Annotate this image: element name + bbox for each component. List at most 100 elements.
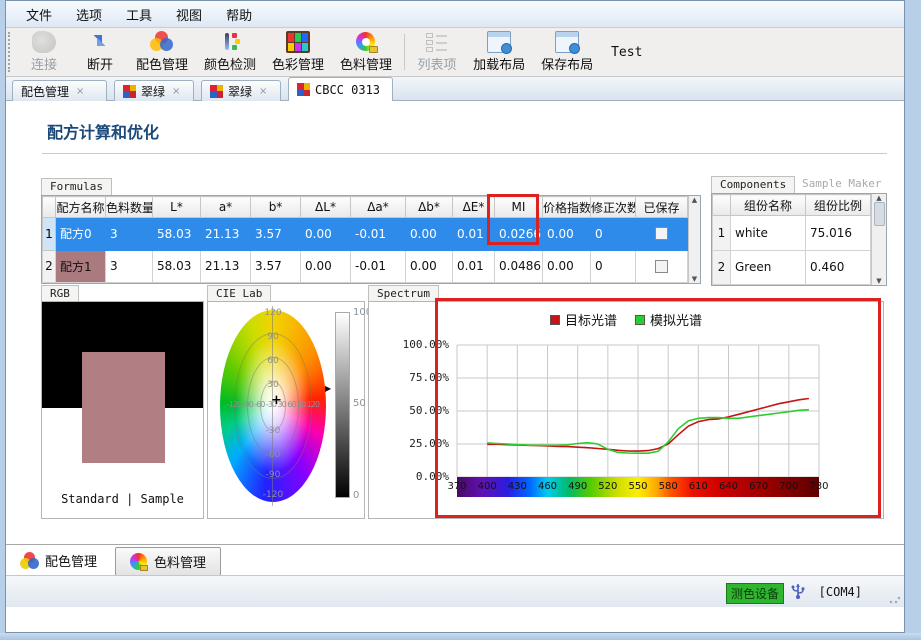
- lightness-marker-icon: ▶: [325, 384, 331, 393]
- formulas-panel-tab[interactable]: Formulas: [41, 178, 112, 195]
- title-divider: [42, 153, 887, 154]
- toolbar-separator: [404, 34, 405, 70]
- wavelength-tick: 640: [719, 481, 738, 492]
- col-header-correction-count[interactable]: 修正次数: [591, 197, 636, 218]
- col-header-dL[interactable]: ΔL*: [301, 197, 351, 218]
- col-header-da[interactable]: Δa*: [351, 197, 406, 218]
- formulas-header-row: 配方名称 色料数量 L* a* b* ΔL* Δa* Δb* ΔE* MI 价格…: [43, 197, 688, 218]
- tab-cuilv-1[interactable]: 翠绿 ×: [114, 80, 194, 101]
- saved-checkbox[interactable]: [655, 227, 668, 240]
- scroll-up-icon[interactable]: ▲: [876, 194, 881, 202]
- component-row-0[interactable]: 1 white 75.016: [713, 216, 871, 250]
- close-icon[interactable]: ×: [172, 86, 180, 97]
- formula-row-1[interactable]: 2 配方1 3 58.03 21.13 3.57 0.00 -0.01 0.00…: [43, 250, 688, 282]
- col-header-saved[interactable]: 已保存: [636, 197, 688, 218]
- disconnect-icon: [88, 31, 112, 53]
- rgb-panel-tab[interactable]: RGB: [41, 285, 79, 302]
- color-match-manage-button[interactable]: 配色管理: [128, 28, 196, 76]
- cell-a: 21.13: [201, 250, 251, 282]
- bottom-tab-colorant-manage[interactable]: 色料管理: [115, 547, 221, 575]
- lab-axis-label: -120: [208, 490, 338, 500]
- formulas-table: 配方名称 色料数量 L* a* b* ΔL* Δa* Δb* ΔE* MI 价格…: [41, 195, 701, 284]
- color-manage-button[interactable]: 色彩管理: [264, 28, 332, 76]
- scroll-down-icon[interactable]: ▼: [692, 275, 697, 283]
- list-items-button[interactable]: 列表项: [409, 28, 465, 76]
- cell-correction-count: 0: [591, 250, 636, 282]
- close-icon[interactable]: ×: [259, 86, 267, 97]
- test-label: Test: [601, 45, 652, 60]
- save-layout-button[interactable]: 保存布局: [533, 28, 601, 76]
- saved-checkbox[interactable]: [655, 260, 668, 273]
- scroll-up-icon[interactable]: ▲: [692, 196, 697, 204]
- menu-help[interactable]: 帮助: [214, 1, 264, 28]
- tab-cuilv-2[interactable]: 翠绿 ×: [201, 80, 281, 101]
- corner-header: [713, 195, 731, 216]
- bottom-tab-label: 色料管理: [154, 552, 206, 571]
- resize-grip[interactable]: [889, 592, 901, 604]
- cell-dL: 0.00: [301, 218, 351, 250]
- lab-sample-marker: +: [271, 393, 282, 408]
- lab-axis-label: -30: [208, 426, 338, 436]
- cell-MI: 0.0486: [495, 250, 543, 282]
- sample-maker-panel-tab[interactable]: Sample Maker: [794, 176, 889, 193]
- component-ratio-cell: 75.016: [806, 216, 871, 250]
- cielab-panel-tab[interactable]: CIE Lab: [207, 285, 271, 302]
- scroll-down-icon[interactable]: ▼: [876, 277, 881, 285]
- wavelength-tick: 550: [628, 481, 647, 492]
- formula-row-0[interactable]: 1 配方0 3 58.03 21.13 3.57 0.00 -0.01 0.00…: [43, 218, 688, 250]
- col-header-MI[interactable]: MI: [495, 197, 543, 218]
- components-header-row: 组份名称 组份比例: [713, 195, 871, 216]
- cell-colorant-count: 3: [106, 250, 153, 282]
- menu-file[interactable]: 文件: [14, 1, 64, 28]
- cell-da: -0.01: [351, 250, 406, 282]
- col-header-component-name[interactable]: 组份名称: [731, 195, 806, 216]
- spectrum-y-tick: 50.00%: [369, 404, 449, 417]
- spectrum-panel-tab[interactable]: Spectrum: [368, 285, 439, 302]
- lightness-label: 0: [353, 490, 359, 501]
- scroll-thumb[interactable]: [874, 202, 885, 226]
- col-header-price-index[interactable]: 价格指数: [543, 197, 591, 218]
- color-manage-icon: [286, 31, 310, 53]
- menu-options[interactable]: 选项: [64, 1, 114, 28]
- formula-doc-icon: [210, 85, 223, 98]
- col-header-b[interactable]: b*: [251, 197, 301, 218]
- formulas-scrollbar[interactable]: ▲▼: [688, 196, 700, 283]
- bottom-tab-strip: 配色管理 色料管理: [6, 544, 904, 575]
- col-header-colorant-count[interactable]: 色料数量: [106, 197, 153, 218]
- components-table: 组份名称 组份比例 1 white 75.016 2 Green 0.460 ▲…: [711, 193, 887, 286]
- usb-icon: [790, 582, 806, 600]
- color-detect-button[interactable]: 颜色检测: [196, 28, 264, 76]
- wavelength-tick: 460: [538, 481, 557, 492]
- bottom-tab-color-match[interactable]: 配色管理: [6, 545, 111, 575]
- colorant-manage-button[interactable]: 色料管理: [332, 28, 400, 76]
- device-status-badge: 测色设备: [726, 583, 784, 604]
- component-row-1[interactable]: 2 Green 0.460: [713, 250, 871, 284]
- menu-tools[interactable]: 工具: [114, 1, 164, 28]
- col-header-L[interactable]: L*: [153, 197, 201, 218]
- connect-label: 连接: [31, 54, 57, 73]
- components-scrollbar[interactable]: ▲▼: [871, 194, 886, 285]
- rgb-panel: Standard | Sample: [41, 301, 204, 519]
- col-header-name[interactable]: 配方名称: [56, 197, 106, 218]
- wavelength-bar: 370400430460490520550580610640670700730: [457, 477, 819, 497]
- toolbar-grip[interactable]: [8, 32, 14, 72]
- load-layout-button[interactable]: 加载布局: [465, 28, 533, 76]
- tab-label: 翠绿: [141, 83, 165, 100]
- close-icon[interactable]: ×: [76, 86, 84, 97]
- col-header-a[interactable]: a*: [201, 197, 251, 218]
- cell-dL: 0.00: [301, 250, 351, 282]
- col-header-component-ratio[interactable]: 组份比例: [806, 195, 871, 216]
- col-header-dE[interactable]: ΔE*: [453, 197, 495, 218]
- tab-color-match[interactable]: 配色管理 ×: [12, 80, 107, 101]
- connect-button[interactable]: 连接: [16, 28, 72, 76]
- tab-cbcc-0313[interactable]: CBCC 0313: [288, 77, 393, 101]
- col-header-db[interactable]: Δb*: [406, 197, 453, 218]
- disconnect-button[interactable]: 断开: [72, 28, 128, 76]
- spectrum-panel: 目标光谱 模拟光谱 100.00%75.00%50.00%25.00%0.00%…: [368, 301, 884, 519]
- components-panel-tab[interactable]: Components: [711, 176, 795, 193]
- bottom-tab-label: 配色管理: [45, 551, 97, 570]
- color-detect-icon: [218, 31, 242, 53]
- menu-view[interactable]: 视图: [164, 1, 214, 28]
- lightness-bar[interactable]: [335, 312, 350, 498]
- wavelength-tick: 490: [568, 481, 587, 492]
